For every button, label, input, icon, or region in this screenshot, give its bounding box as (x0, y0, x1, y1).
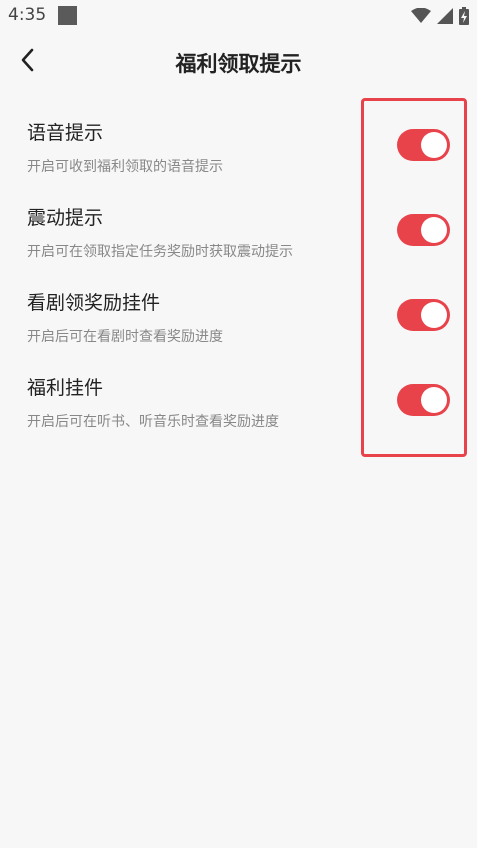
setting-description: 开启后可在听书、听音乐时查看奖励进度 (27, 414, 279, 430)
setting-title: 福利挂件 (27, 377, 104, 399)
setting-description: 开启可收到福利领取的语音提示 (27, 159, 223, 175)
signal-icon (437, 8, 453, 24)
notification-square-icon (58, 6, 77, 25)
wifi-icon (411, 8, 431, 24)
setting-title: 语音提示 (27, 122, 104, 144)
status-icons (411, 6, 469, 26)
setting-title: 震动提示 (27, 207, 104, 229)
setting-description: 开启可在领取指定任务奖励时获取震动提示 (27, 244, 293, 260)
setting-description: 开启后可在看剧时查看奖励进度 (27, 329, 223, 345)
app-header: 福利领取提示 (0, 40, 477, 84)
battery-charging-icon (459, 7, 469, 25)
toggles-highlight-frame (361, 98, 467, 457)
status-bar: 4:35 (0, 0, 477, 32)
status-time: 4:35 (8, 5, 47, 25)
setting-title: 看剧领奖励挂件 (27, 292, 161, 314)
page-title: 福利领取提示 (175, 52, 302, 76)
